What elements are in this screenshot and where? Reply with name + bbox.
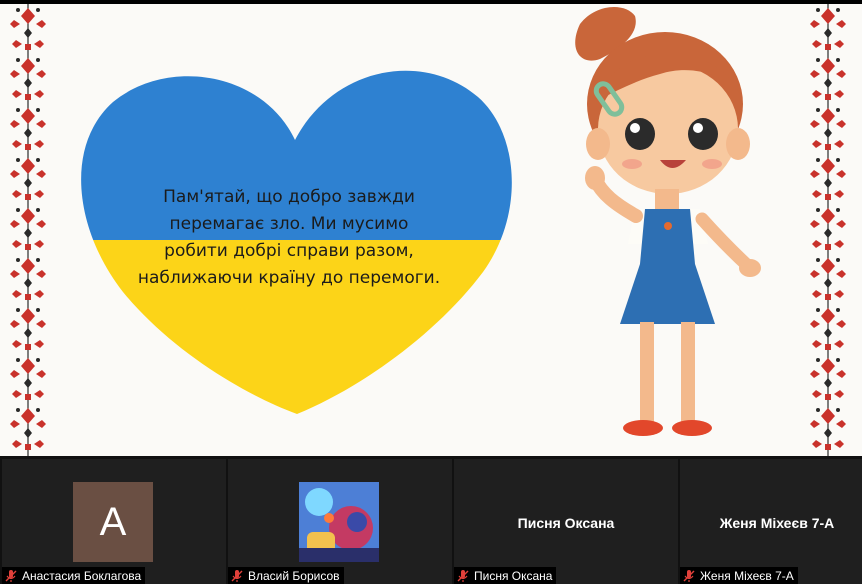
microphone-muted-icon xyxy=(457,569,469,582)
participants-strip: A Анастасия Боклагова Власий Борисов Пис… xyxy=(0,456,862,584)
microphone-muted-icon xyxy=(231,569,243,582)
participant-name-tag: Женя Міхеєв 7-А xyxy=(680,567,798,584)
participant-display-name: Писня Оксана xyxy=(517,515,615,531)
participant-display-name: Женя Міхеєв 7-А xyxy=(719,515,835,531)
participant-name: Писня Оксана xyxy=(474,568,553,583)
participant-name-tag: Анастасия Боклагова xyxy=(2,567,146,584)
game-art-avatar-icon xyxy=(299,482,379,562)
heart-message: Пам'ятай, що добро завжди перемагає зло.… xyxy=(120,184,458,292)
participant-tile[interactable]: Писня Оксана Писня Оксана xyxy=(454,459,678,584)
participant-name: Анастасия Боклагова xyxy=(22,568,142,583)
microphone-muted-icon xyxy=(683,569,695,582)
participant-name-tag: Писня Оксана xyxy=(454,567,557,584)
avatar xyxy=(299,482,379,562)
message-line: робити добрі справи разом, xyxy=(164,241,414,261)
participant-tile[interactable]: A Анастасия Боклагова xyxy=(2,459,226,584)
message-line: перемагає зло. Ми мусимо xyxy=(169,214,409,234)
microphone-muted-icon xyxy=(5,569,17,582)
message-line: наближаючи країну до перемоги. xyxy=(137,268,441,288)
participant-tile[interactable]: Женя Міхеєв 7-А Женя Міхеєв 7-А xyxy=(680,459,862,584)
avatar: A xyxy=(73,482,153,562)
participant-name-tag: Власий Борисов xyxy=(228,567,344,584)
message-line: Пам'ятай, що добро завжди xyxy=(163,187,415,207)
cartoon-girl-illustration xyxy=(575,6,761,436)
embroidery-border-left xyxy=(8,4,48,456)
participant-tile[interactable]: Власий Борисов xyxy=(228,459,452,584)
meeting-window: Пам'ятай, що добро завжди перемагає зло.… xyxy=(0,0,862,584)
participant-name: Женя Міхеєв 7-А xyxy=(700,568,794,583)
embroidery-border-right xyxy=(808,4,848,456)
participant-name: Власий Борисов xyxy=(248,568,340,583)
presentation-slide: Пам'ятай, що добро завжди перемагає зло.… xyxy=(0,4,862,456)
shared-screen: Пам'ятай, що добро завжди перемагає зло.… xyxy=(0,0,862,456)
